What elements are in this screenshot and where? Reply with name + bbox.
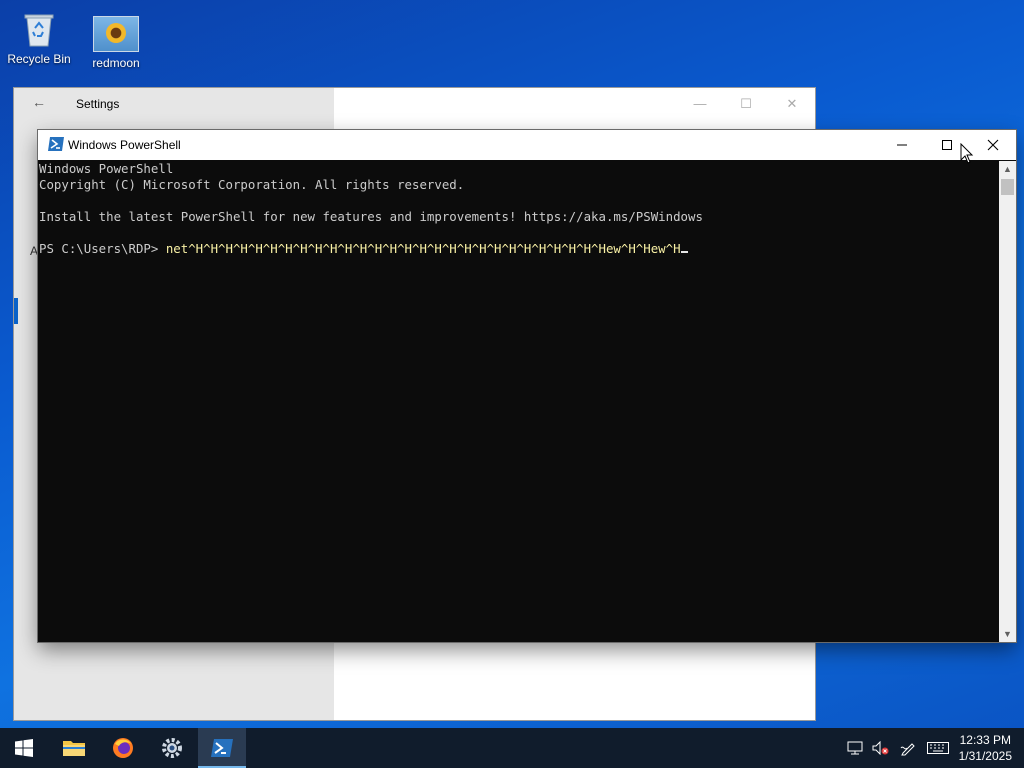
desktop-icon-label: redmoon — [92, 56, 140, 70]
scrollbar-thumb[interactable] — [1001, 179, 1014, 195]
clock-date: 1/31/2025 — [958, 749, 1012, 763]
pen-icon[interactable] — [897, 728, 919, 768]
powershell-window[interactable]: Windows PowerShell Windows PowerShell Cop… — [38, 130, 1016, 642]
prompt-line[interactable]: PS C:\Users\RDP> net^H^H^H^H^H^H^H^H^H^H… — [39, 241, 999, 257]
scroll-up-icon[interactable]: ▲ — [999, 161, 1016, 177]
network-icon[interactable] — [844, 728, 866, 768]
back-arrow-icon[interactable]: ← — [32, 94, 46, 110]
scroll-down-icon[interactable]: ▼ — [999, 626, 1016, 642]
settings-title: Settings — [76, 97, 120, 111]
taskbar-file-explorer[interactable] — [50, 728, 98, 768]
start-button[interactable] — [0, 728, 48, 768]
clock[interactable]: 12:33 PM 1/31/2025 — [959, 732, 1012, 764]
console-line: Windows PowerShell — [39, 161, 174, 176]
desktop-icon-redmoon[interactable]: redmoon — [81, 16, 151, 70]
console-line: Copyright (C) Microsoft Corporation. All… — [39, 177, 465, 192]
clock-time: 12:33 PM — [959, 733, 1011, 747]
selected-nav-indicator — [14, 298, 18, 324]
window-title: Windows PowerShell — [68, 138, 181, 152]
minimize-button[interactable] — [879, 130, 925, 160]
mouse-pointer-icon — [960, 142, 974, 170]
maximize-button[interactable]: ☐ — [724, 92, 768, 116]
command-input[interactable]: net^H^H^H^H^H^H^H^H^H^H^H^H^H^H^H^H^H^H^… — [166, 241, 681, 256]
powershell-icon — [48, 137, 64, 151]
taskbar: 12:33 PM 1/31/2025 — [0, 728, 1024, 768]
powershell-icon — [211, 739, 233, 757]
desktop-icon-label: Recycle Bin — [7, 52, 71, 66]
image-file-icon — [93, 16, 139, 52]
vertical-scrollbar[interactable]: ▲ ▼ — [999, 161, 1016, 642]
windows-logo-icon — [15, 739, 33, 757]
gear-icon — [162, 738, 182, 758]
partial-letter-a: A — [30, 244, 39, 258]
desktop-icon-recycle-bin[interactable]: Recycle Bin — [4, 8, 74, 66]
minimize-button[interactable]: — — [678, 92, 722, 116]
powershell-titlebar[interactable]: Windows PowerShell — [38, 130, 1016, 160]
firefox-icon — [113, 738, 133, 758]
prompt: PS C:\Users\RDP> — [39, 241, 166, 256]
close-button[interactable] — [970, 130, 1016, 160]
recycle-bin-icon — [17, 8, 61, 48]
taskbar-settings[interactable] — [148, 728, 196, 768]
console-line: Install the latest PowerShell for new fe… — [39, 209, 703, 224]
keyboard-icon[interactable] — [924, 728, 952, 768]
console-output[interactable]: Windows PowerShell Copyright (C) Microsof… — [38, 161, 999, 642]
text-cursor — [680, 251, 688, 253]
taskbar-firefox[interactable] — [99, 728, 147, 768]
close-button[interactable]: ✕ — [770, 92, 814, 116]
taskbar-powershell[interactable] — [198, 728, 246, 768]
volume-muted-icon[interactable] — [870, 728, 892, 768]
folder-icon — [63, 741, 85, 756]
